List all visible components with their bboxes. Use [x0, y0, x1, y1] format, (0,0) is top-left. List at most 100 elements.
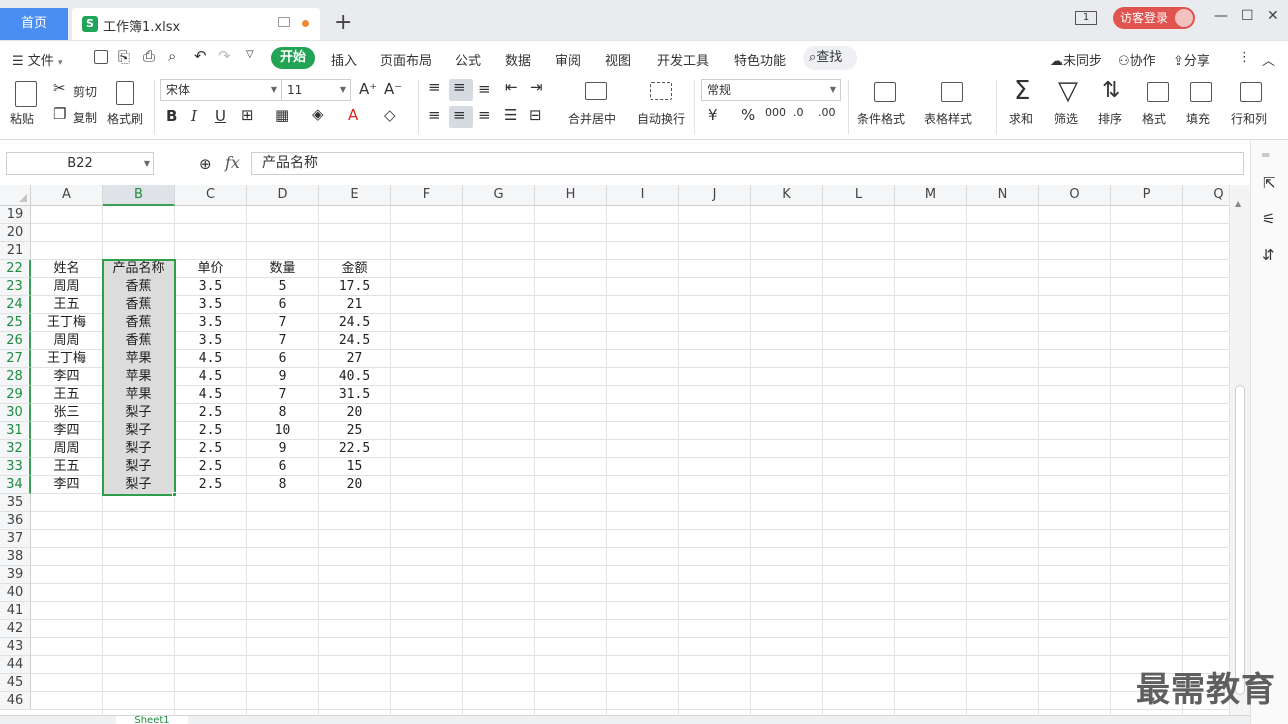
column-header-d[interactable]: D [247, 185, 319, 206]
align-bottom-icon[interactable]: ≡ [478, 80, 491, 98]
row-header[interactable]: 35 [0, 494, 31, 512]
increase-font-icon[interactable]: A⁺ [359, 80, 377, 98]
cell-e24[interactable]: 21 [319, 296, 390, 314]
cell-d23[interactable]: 5 [247, 278, 318, 296]
cell-a22[interactable]: 姓名 [31, 260, 102, 278]
row-header[interactable]: 31 [0, 422, 31, 440]
cell-d30[interactable]: 8 [247, 404, 318, 422]
menu-formula[interactable]: 公式 [455, 50, 481, 69]
cell-a29[interactable]: 王五 [31, 386, 102, 404]
column-header-n[interactable]: N [967, 185, 1039, 206]
column-header-j[interactable]: J [679, 185, 751, 206]
column-header-e[interactable]: E [319, 185, 391, 206]
column-header-q[interactable]: Q [1183, 185, 1229, 206]
export-pdf-icon[interactable]: ⎘ [118, 48, 130, 66]
copy-button[interactable]: 复制 [73, 109, 97, 126]
quick-access-dropdown-icon[interactable]: ▽ [246, 49, 254, 60]
row-header[interactable]: 34 [0, 476, 31, 494]
row-header[interactable]: 46 [0, 692, 31, 710]
cell-a23[interactable]: 周周 [31, 278, 102, 296]
formula-input[interactable]: 产品名称 [251, 152, 1244, 175]
vertical-scrollbar[interactable]: ▲ [1229, 185, 1250, 715]
cell-e29[interactable]: 31.5 [319, 386, 390, 404]
cell-e31[interactable]: 25 [319, 422, 390, 440]
font-color-icon[interactable]: A [348, 106, 358, 124]
cell-a32[interactable]: 周周 [31, 440, 102, 458]
collapse-ribbon-icon[interactable]: ︿ [1262, 50, 1275, 69]
more-options-icon[interactable]: ⋮ [1238, 50, 1251, 65]
menu-page-layout[interactable]: 页面布局 [380, 50, 432, 69]
menu-special[interactable]: 特色功能 [734, 50, 786, 69]
cell-c24[interactable]: 3.5 [175, 296, 246, 314]
cell-a27[interactable]: 王丁梅 [31, 350, 102, 368]
cell-d34[interactable]: 8 [247, 476, 318, 494]
decrease-decimal-icon[interactable]: .00 [818, 106, 836, 119]
cell-d33[interactable]: 6 [247, 458, 318, 476]
cell-d27[interactable]: 6 [247, 350, 318, 368]
print-preview-icon[interactable]: ⌕ [168, 47, 176, 65]
justify-icon[interactable]: ☰ [504, 106, 517, 124]
currency-icon[interactable]: ¥ [708, 106, 718, 124]
share-button[interactable]: ⇪分享 [1173, 50, 1210, 69]
cell-a25[interactable]: 王丁梅 [31, 314, 102, 332]
copy-icon[interactable]: ❐ [53, 105, 66, 123]
column-header-l[interactable]: L [823, 185, 895, 206]
menu-home-tab[interactable]: 开始 [271, 47, 315, 69]
cell-e33[interactable]: 15 [319, 458, 390, 476]
close-button[interactable]: ✕ [1267, 8, 1279, 24]
spreadsheet-grid[interactable]: ABCDEFGHIJKLMNOPQ 19 20 21 22 23 24 25 26 27 28 29… [0, 185, 1229, 715]
cell-c27[interactable]: 4.5 [175, 350, 246, 368]
column-header-i[interactable]: I [607, 185, 679, 206]
cell-e27[interactable]: 27 [319, 350, 390, 368]
column-header-c[interactable]: C [175, 185, 247, 206]
scissors-icon[interactable]: ✂ [53, 79, 66, 97]
thousands-icon[interactable]: 000 [765, 106, 786, 119]
row-header[interactable]: 27 [0, 350, 31, 368]
row-header[interactable]: 21 [0, 242, 31, 260]
cell-a26[interactable]: 周周 [31, 332, 102, 350]
decrease-font-icon[interactable]: A⁻ [384, 80, 402, 98]
cell-c22[interactable]: 单价 [175, 260, 246, 278]
fill-handle[interactable] [172, 492, 177, 497]
menu-data[interactable]: 数据 [505, 50, 531, 69]
increase-decimal-icon[interactable]: .0 [793, 106, 804, 119]
cell-e22[interactable]: 金额 [319, 260, 390, 278]
cell-c34[interactable]: 2.5 [175, 476, 246, 494]
undo-icon[interactable]: ↶ [194, 47, 207, 65]
cell-d32[interactable]: 9 [247, 440, 318, 458]
number-format-select[interactable]: 常规 ▼ [701, 79, 841, 101]
column-header-p[interactable]: P [1111, 185, 1183, 206]
tab-home[interactable]: 首页 [0, 8, 68, 40]
row-header[interactable]: 39 [0, 566, 31, 584]
cell-d31[interactable]: 10 [247, 422, 318, 440]
row-header[interactable]: 40 [0, 584, 31, 602]
settings-sliders-icon[interactable]: ⚟ [1262, 210, 1275, 228]
row-header[interactable]: 29 [0, 386, 31, 404]
sheet-tab[interactable]: Sheet1 [116, 716, 188, 724]
zoom-formula-icon[interactable]: ⊕ [199, 155, 212, 173]
column-header-h[interactable]: H [535, 185, 607, 206]
row-header[interactable]: 26 [0, 332, 31, 350]
row-header[interactable]: 33 [0, 458, 31, 476]
cell-d25[interactable]: 7 [247, 314, 318, 332]
cell-c30[interactable]: 2.5 [175, 404, 246, 422]
border-icon[interactable]: ⊞ [241, 106, 254, 124]
bold-icon[interactable]: B [166, 107, 177, 125]
row-header[interactable]: 30 [0, 404, 31, 422]
print-icon[interactable]: ⎙ [143, 47, 155, 65]
search-button[interactable]: ⌕查找 [803, 46, 857, 70]
menu-view[interactable]: 视图 [605, 50, 631, 69]
font-name-select[interactable]: 宋体 ▼ [160, 79, 282, 101]
cell-c29[interactable]: 4.5 [175, 386, 246, 404]
cell-a28[interactable]: 李四 [31, 368, 102, 386]
menu-developer[interactable]: 开发工具 [657, 50, 709, 69]
cell-c25[interactable]: 3.5 [175, 314, 246, 332]
panel-collapse-icon[interactable]: ═ [1262, 148, 1269, 162]
align-top-icon[interactable]: ≡ [428, 78, 441, 96]
cell-e28[interactable]: 40.5 [319, 368, 390, 386]
tab-document[interactable]: S 工作簿1.xlsx [72, 8, 320, 40]
column-header-f[interactable]: F [391, 185, 463, 206]
transform-icon[interactable]: ⇵ [1262, 246, 1275, 264]
collaborate-button[interactable]: ⚇协作 [1118, 50, 1156, 69]
cell-a31[interactable]: 李四 [31, 422, 102, 440]
